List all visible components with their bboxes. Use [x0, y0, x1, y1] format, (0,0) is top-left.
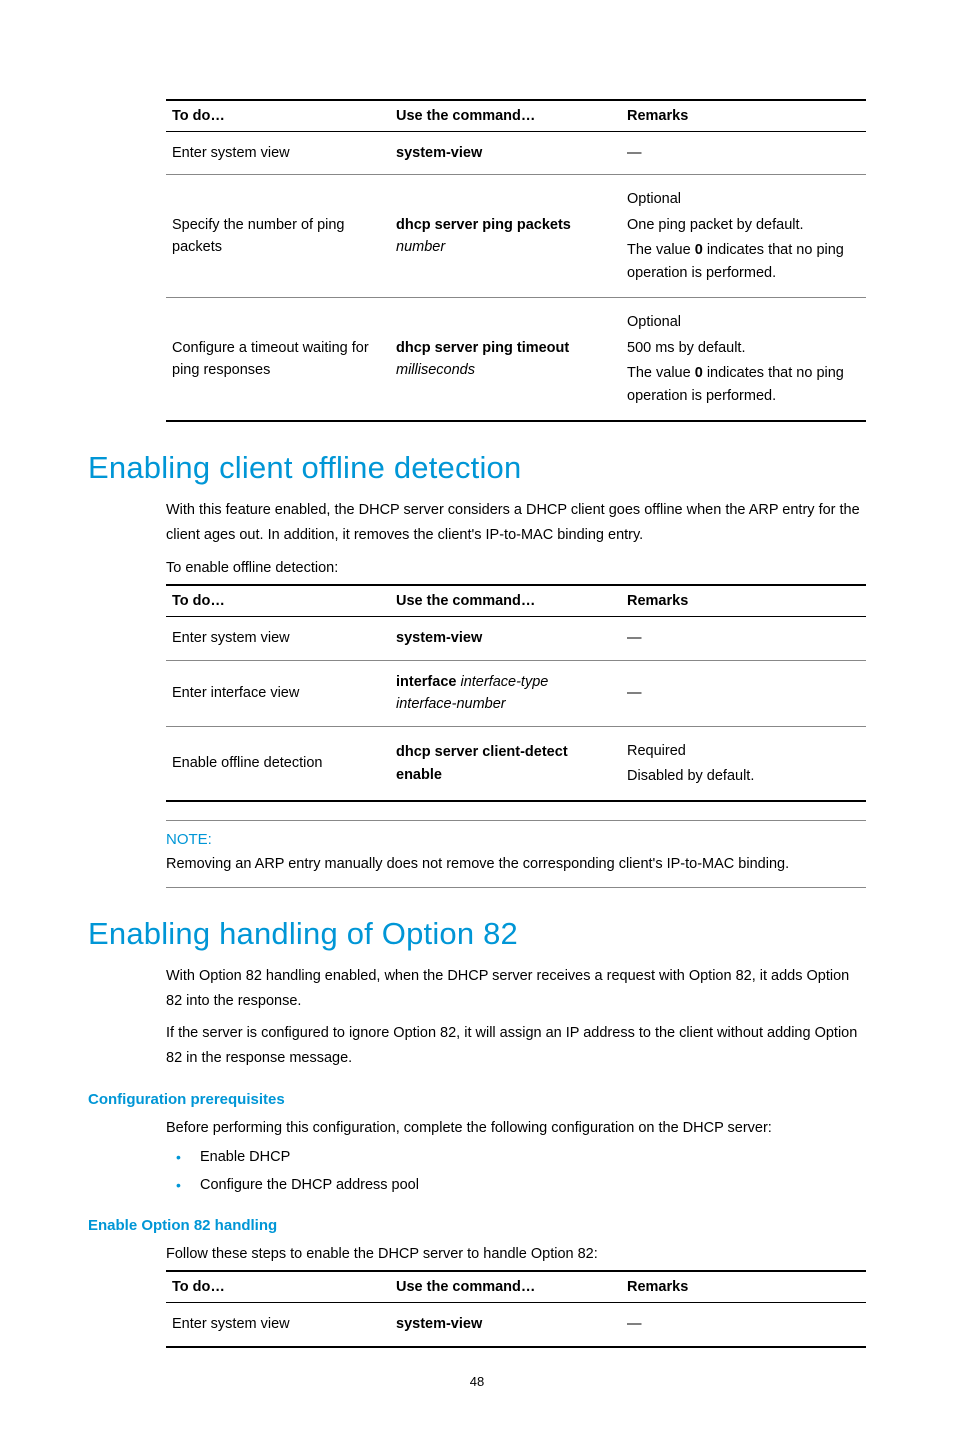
subheading-prereq: Configuration prerequisites [88, 1091, 866, 1108]
cell-cmd: interface interface-type interface-numbe… [390, 660, 621, 726]
th-todo: To do… [166, 585, 390, 617]
th-remarks: Remarks [621, 585, 866, 617]
cell-cmd: system-view [390, 132, 621, 175]
cmd-ital: milliseconds [396, 362, 475, 378]
th-cmd: Use the command… [390, 1271, 621, 1303]
t: The value [627, 242, 695, 258]
note-box: NOTE: Removing an ARP entry manually doe… [166, 820, 866, 888]
table1-wrap: To do… Use the command… Remarks Enter sy… [166, 99, 866, 422]
lead-text: To enable offline detection: [166, 556, 866, 581]
th-todo: To do… [166, 100, 390, 132]
cell-todo: Enter system view [166, 132, 390, 175]
cell-cmd: dhcp server ping timeout milliseconds [390, 298, 621, 421]
cell-cmd: system-view [390, 617, 621, 660]
table-row: Enter interface view interface interface… [166, 660, 866, 726]
table-row: Enable offline detection dhcp server cli… [166, 726, 866, 801]
dash: — [627, 685, 642, 701]
paragraph: If the server is configured to ignore Op… [166, 1021, 866, 1070]
cell-remarks: Optional 500 ms by default. The value 0 … [621, 298, 866, 421]
th-cmd: Use the command… [390, 100, 621, 132]
remarks-opt: Optional [627, 188, 856, 210]
remarks-line: The value 0 indicates that no ping opera… [627, 239, 856, 284]
dash: — [627, 630, 642, 646]
heading-option82: Enabling handling of Option 82 [88, 916, 866, 952]
cell-remarks: Required Disabled by default. [621, 726, 866, 801]
remarks-line: 500 ms by default. [627, 337, 856, 359]
cell-remarks: — [621, 132, 866, 175]
note-text: Removing an ARP entry manually does not … [166, 852, 866, 877]
paragraph: Follow these steps to enable the DHCP se… [166, 1242, 866, 1267]
cell-cmd: dhcp server client-detect enable [390, 726, 621, 801]
subheading-enable82: Enable Option 82 handling [88, 1217, 866, 1234]
note-label: NOTE: [166, 831, 866, 848]
remarks-opt: Optional [627, 311, 856, 333]
cell-todo: Specify the number of ping packets [166, 175, 390, 298]
table-row: Enter system view system-view — [166, 617, 866, 660]
cell-todo: Enter interface view [166, 660, 390, 726]
t: The value [627, 365, 695, 381]
table3: To do… Use the command… Remarks Enter sy… [166, 1270, 866, 1347]
table-row: Configure a timeout waiting for ping res… [166, 298, 866, 421]
t: 0 [695, 242, 703, 258]
cell-todo: Enter system view [166, 617, 390, 660]
th-remarks: Remarks [621, 1271, 866, 1303]
list-item: Enable DHCP [166, 1146, 866, 1169]
cmd-bold: dhcp server ping packets [396, 217, 571, 233]
cell-todo: Configure a timeout waiting for ping res… [166, 298, 390, 421]
page-number: 48 [88, 1374, 866, 1389]
table-row: Specify the number of ping packets dhcp … [166, 175, 866, 298]
table-row: Enter system view system-view — [166, 132, 866, 175]
cell-cmd: system-view [390, 1303, 621, 1347]
th-remarks: Remarks [621, 100, 866, 132]
bullet-list: Enable DHCP Configure the DHCP address p… [166, 1146, 866, 1196]
page-container: To do… Use the command… Remarks Enter sy… [0, 0, 954, 1429]
cmd-bold: dhcp server client-detect enable [396, 744, 568, 782]
cmd-bold: system-view [396, 630, 482, 646]
cell-todo: Enable offline detection [166, 726, 390, 801]
t: 0 [695, 365, 703, 381]
cmd-bold: dhcp server ping timeout [396, 340, 569, 356]
cell-remarks: — [621, 1303, 866, 1347]
enable82-body: Follow these steps to enable the DHCP se… [166, 1242, 866, 1348]
remarks-line: One ping packet by default. [627, 214, 856, 236]
prereq-body: Before performing this configuration, co… [166, 1116, 866, 1197]
table1: To do… Use the command… Remarks Enter sy… [166, 99, 866, 422]
dash: — [627, 145, 642, 161]
section2-body: With Option 82 handling enabled, when th… [166, 964, 866, 1071]
cmd-bold: system-view [396, 1316, 482, 1332]
cell-remarks: — [621, 617, 866, 660]
cell-remarks: — [621, 660, 866, 726]
heading-offline-detection: Enabling client offline detection [88, 450, 866, 486]
paragraph: With this feature enabled, the DHCP serv… [166, 498, 866, 547]
th-todo: To do… [166, 1271, 390, 1303]
th-cmd: Use the command… [390, 585, 621, 617]
paragraph: Before performing this configuration, co… [166, 1116, 866, 1141]
remarks-req: Required [627, 740, 856, 762]
cmd-bold: system-view [396, 145, 482, 161]
cell-remarks: Optional One ping packet by default. The… [621, 175, 866, 298]
cmd-bold: interface [396, 674, 456, 690]
list-item: Configure the DHCP address pool [166, 1174, 866, 1197]
cell-todo: Enter system view [166, 1303, 390, 1347]
cmd-ital: number [396, 239, 445, 255]
table-row: Enter system view system-view — [166, 1303, 866, 1347]
table2: To do… Use the command… Remarks Enter sy… [166, 584, 866, 802]
dash: — [627, 1316, 642, 1332]
section1-body: With this feature enabled, the DHCP serv… [166, 498, 866, 888]
remarks-line: Disabled by default. [627, 765, 856, 787]
cell-cmd: dhcp server ping packets number [390, 175, 621, 298]
paragraph: With Option 82 handling enabled, when th… [166, 964, 866, 1013]
remarks-line: The value 0 indicates that no ping opera… [627, 362, 856, 407]
